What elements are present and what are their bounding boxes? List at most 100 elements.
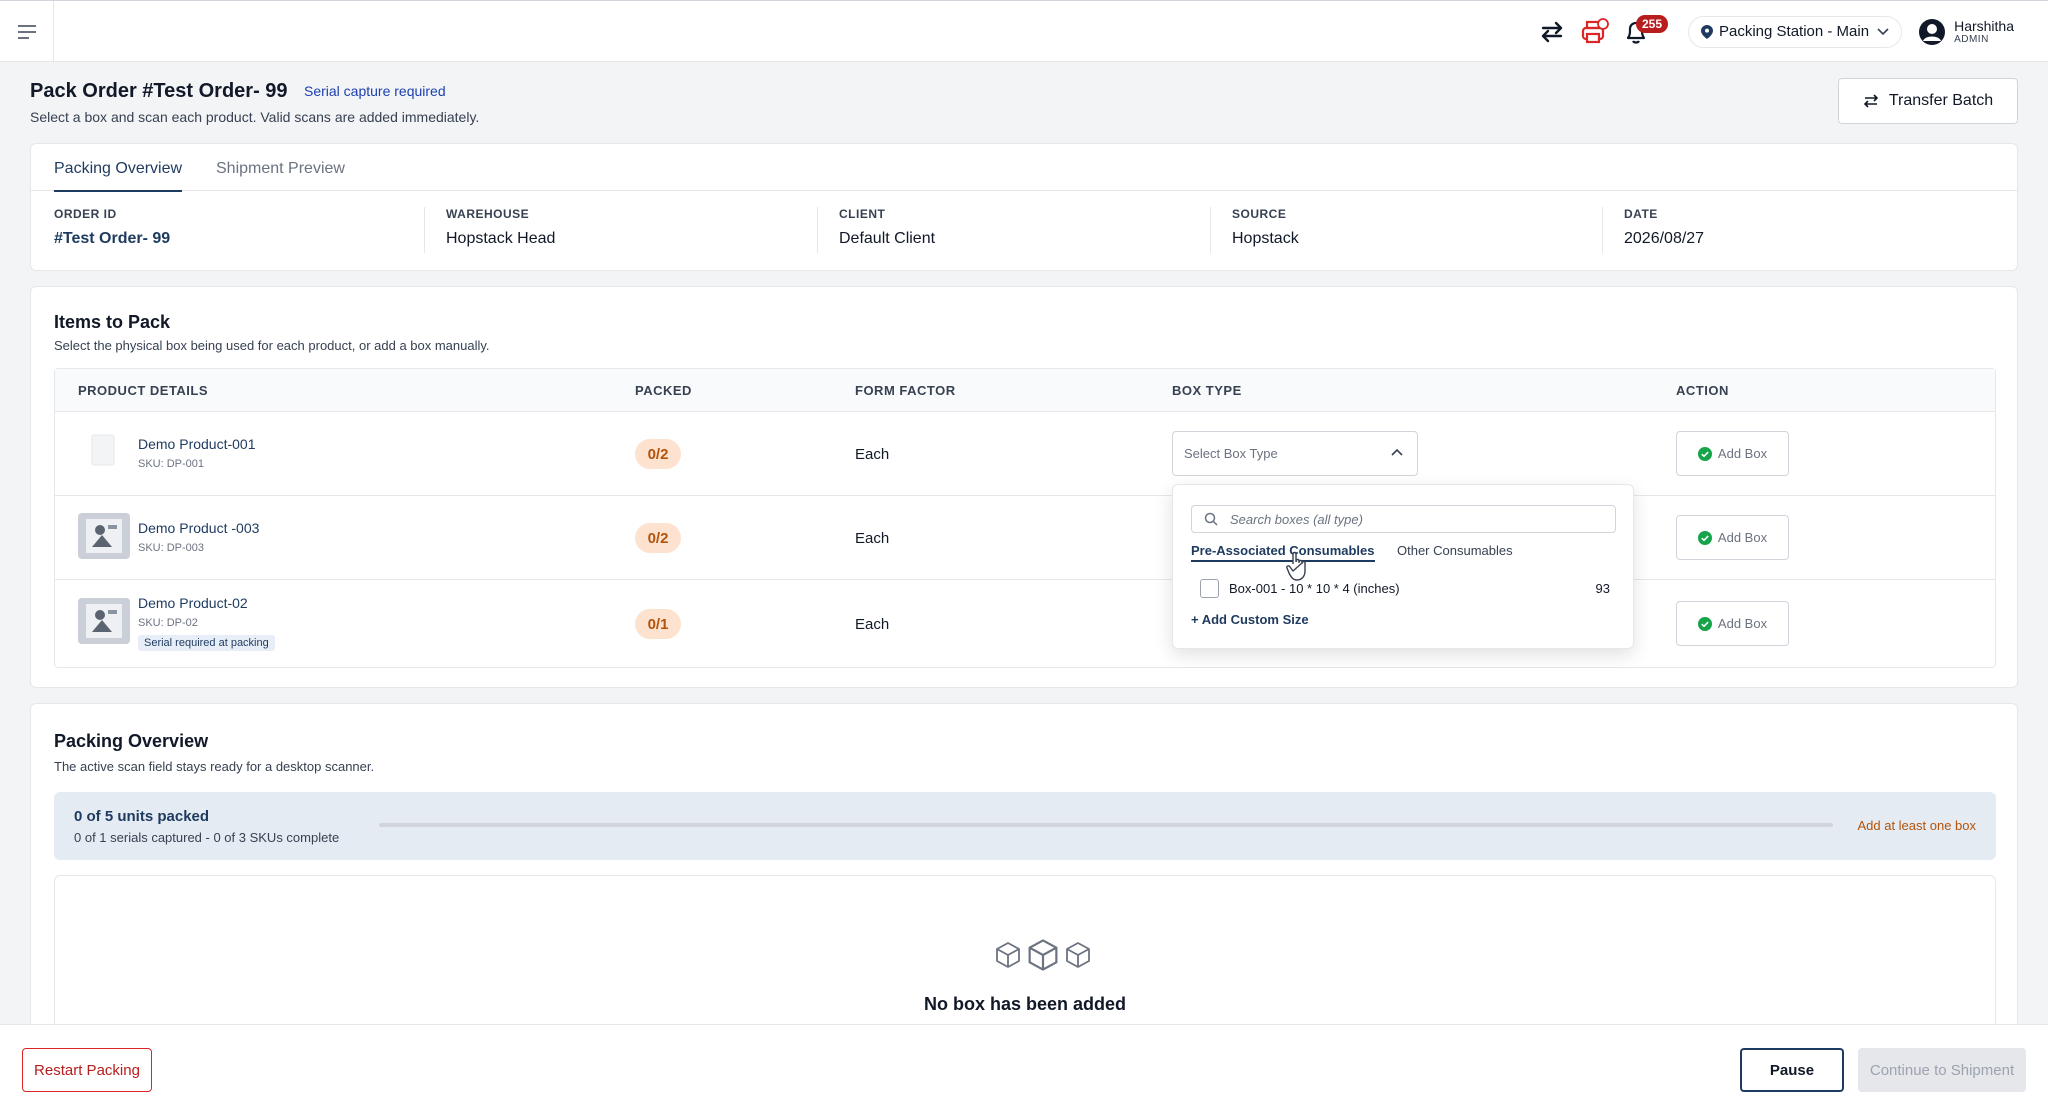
bottom-action-bar: Restart Packing Pause Continue to Shipme… (0, 1024, 2048, 1108)
transfer-arrows-icon (1863, 94, 1878, 108)
page-title: Pack Order #Test Order- 99 (30, 80, 288, 102)
order-tabs: Packing Overview Shipment Preview (31, 144, 2017, 192)
add-box-warning: Add at least one box (1857, 818, 1976, 833)
add-box-label: Add Box (1717, 446, 1768, 461)
add-box-button[interactable]: Add Box (1676, 601, 1789, 646)
packed-count-badge: 0/2 (635, 439, 681, 469)
user-menu[interactable]: Harshitha ADMIN (1918, 18, 2014, 46)
switch-button[interactable] (1532, 12, 1572, 52)
empty-state-title: No box has been added (923, 994, 1127, 1014)
transfer-batch-label: Transfer Batch (1888, 92, 1994, 109)
hand-pointer-cursor-icon (1286, 551, 1306, 581)
table-row: Demo Product -003 SKU: DP-003 0/2 Each A… (55, 496, 1995, 580)
box-option-label: Box-001 - 10 * 10 * 4 (inches) (1229, 580, 1400, 596)
box-icon (1028, 939, 1058, 971)
printer-alert-icon (1581, 17, 1609, 43)
hamburger-menu-icon (17, 24, 36, 39)
serial-required-tag: Serial required at packing (138, 635, 275, 651)
overview-title: Packing Overview (54, 731, 209, 751)
units-packed-text: 0 of 5 units packed (74, 808, 210, 825)
continue-to-shipment-button[interactable]: Continue to Shipment (1858, 1048, 2026, 1092)
date-value: 2026/08/27 (1624, 230, 1705, 247)
top-bar: 255 Packing Station - Main Harshitha ADM… (0, 0, 2048, 62)
station-selector[interactable]: Packing Station - Main (1688, 15, 1903, 48)
tab-packing-overview[interactable]: Packing Overview (54, 160, 183, 192)
col-product-details: PRODUCT DETAILS (78, 383, 209, 398)
product-image-icon (78, 513, 130, 559)
printer-button[interactable] (1574, 12, 1614, 52)
top-bar-actions: 255 Packing Station - Main Harshitha ADM… (1532, 1, 2048, 62)
product-name[interactable]: Demo Product-001 (138, 436, 256, 452)
tab-shipment-preview[interactable]: Shipment Preview (216, 160, 345, 190)
warehouse-value: Hopstack Head (446, 230, 556, 247)
tab-other-consumables[interactable]: Other Consumables (1397, 543, 1513, 558)
restart-packing-button[interactable]: Restart Packing (22, 1048, 152, 1092)
col-form-factor: FORM FACTOR (855, 383, 956, 398)
box-search-input[interactable]: Search boxes (all type) (1191, 505, 1616, 533)
box-option[interactable]: Box-001 - 10 * 10 * 4 (inches) 93 (1200, 577, 1610, 599)
chevron-up-icon (1391, 448, 1403, 456)
box-option-count: 93 (1595, 580, 1610, 596)
add-custom-size-button[interactable]: + Add Custom Size (1191, 612, 1309, 627)
items-to-pack-card: Items to Pack Select the physical box be… (30, 286, 2018, 688)
col-packed: PACKED (635, 383, 692, 398)
box-type-placeholder: Select Box Type (1184, 446, 1278, 461)
user-name: Harshitha (1954, 18, 2014, 34)
check-circle-icon (1697, 530, 1712, 545)
product-name[interactable]: Demo Product-02 (138, 595, 248, 611)
transfer-batch-button[interactable]: Transfer Batch (1838, 78, 2018, 124)
items-subtitle: Select the physical box being used for e… (54, 338, 490, 353)
tab-pre-associated-consumables[interactable]: Pre-Associated Consumables (1191, 543, 1375, 562)
box-icon (996, 942, 1020, 968)
swap-arrows-icon (1541, 21, 1563, 42)
col-box-type: BOX TYPE (1172, 383, 1242, 398)
packed-count-badge: 0/1 (635, 609, 681, 639)
product-image-icon (78, 598, 130, 644)
box-type-dropdown: Search boxes (all type) Pre-Associated C… (1172, 484, 1634, 649)
serials-sku-progress-text: 0 of 1 serials captured - 0 of 3 SKUs co… (74, 830, 340, 845)
product-image-icon (91, 434, 115, 466)
product-sku: SKU: DP-003 (138, 542, 205, 554)
pause-button[interactable]: Pause (1740, 1048, 1844, 1092)
page-subtitle: Select a box and scan each product. Vali… (30, 109, 480, 125)
date-label: DATE (1624, 207, 1658, 221)
add-box-label: Add Box (1717, 530, 1768, 545)
product-name[interactable]: Demo Product -003 (138, 520, 259, 536)
divider (1602, 207, 1603, 253)
warehouse-field: WAREHOUSE Hopstack Head (446, 207, 555, 253)
notifications-button[interactable]: 255 (1616, 12, 1669, 52)
overview-subtitle: The active scan field stays ready for a … (54, 759, 375, 774)
add-box-button[interactable]: Add Box (1676, 515, 1789, 560)
serial-capture-tag: Serial capture required (304, 83, 446, 99)
packed-count-badge: 0/2 (635, 523, 681, 553)
date-field: DATE 2026/08/27 (1624, 207, 1704, 253)
items-table: PRODUCT DETAILS PACKED FORM FACTOR BOX T… (54, 368, 1996, 668)
product-thumbnail (78, 598, 130, 644)
divider (1210, 207, 1211, 253)
product-sku: SKU: DP-001 (138, 458, 205, 470)
table-row: Demo Product-02 SKU: DP-02 Serial requir… (55, 580, 1995, 668)
progress-bar (379, 823, 1833, 827)
product-thumbnail (78, 513, 130, 559)
client-field: CLIENT Default Client (839, 207, 935, 253)
chevron-down-icon (1877, 27, 1889, 35)
divider (424, 207, 425, 253)
box-type-select[interactable]: Select Box Type (1172, 431, 1418, 476)
box-search-placeholder: Search boxes (all type) (1230, 511, 1363, 527)
box-option-checkbox[interactable] (1200, 578, 1219, 598)
add-box-label: Add Box (1717, 616, 1768, 631)
add-box-button[interactable]: Add Box (1676, 431, 1789, 476)
menu-button[interactable] (0, 1, 54, 62)
user-avatar-icon (1919, 18, 1946, 45)
client-value: Default Client (839, 230, 936, 247)
empty-boxes-illustration (995, 938, 1091, 972)
source-field: SOURCE Hopstack (1232, 207, 1299, 253)
location-pin-icon (1701, 24, 1713, 39)
order-id-value[interactable]: #Test Order- 99 (54, 230, 170, 248)
order-info-card: Packing Overview Shipment Preview ORDER … (30, 143, 2018, 271)
items-title: Items to Pack (54, 312, 171, 332)
form-factor: Each (855, 616, 890, 633)
table-row: Demo Product-001 SKU: DP-001 0/2 Each Se… (55, 412, 1995, 496)
notification-count-badge: 255 (1636, 14, 1669, 33)
check-circle-icon (1697, 616, 1712, 631)
